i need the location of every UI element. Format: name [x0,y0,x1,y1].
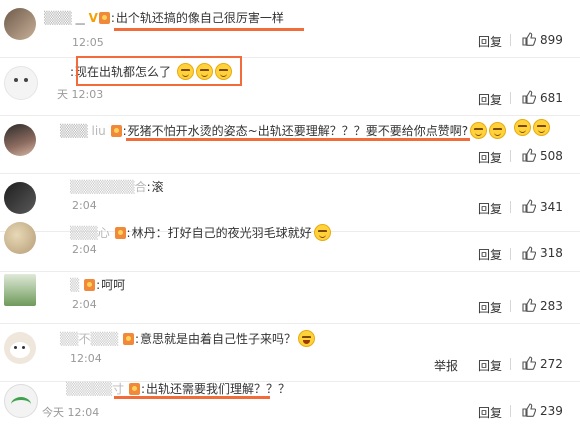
emoji-icon [313,224,331,241]
comment-item: :现在出轨都怎么了 天 12:03 回复 681 [0,58,580,116]
comment-item: ▒ :呵呵 2:04 回复 283 [0,266,580,324]
like-count: 899 [540,33,563,47]
timestamp: 12:04 [70,352,102,365]
divider [510,92,511,104]
timestamp: 天 12:03 [57,88,104,101]
laugh-emoji-icon [298,330,316,347]
verified-badge: V [88,11,98,25]
emoji-icon [470,122,488,139]
avatar[interactable] [4,332,36,364]
timestamp: 2:04 [72,298,97,311]
comment-body: ▒▒不▒▒▒ :意思就是由着自己性子来吗？ [60,330,316,347]
medal-icon [129,383,140,395]
username[interactable]: liu [92,124,106,138]
divider [510,405,511,417]
comment-text: 死猪不怕开水烫的姿态~出轨还要理解？？？要不要给你点赞啊? [127,124,469,138]
comment-text: 滚 [151,180,164,194]
divider [510,248,511,260]
reply-button[interactable]: 回复 [478,91,502,108]
medal-icon [110,125,122,137]
timestamp: 12:05 [72,36,104,49]
avatar[interactable] [4,182,36,214]
comment-item: ▒▒▒ ▁ V:出个轨还搞的像自己很厉害一样 12:05 回复 899 [0,0,580,58]
divider [510,300,511,312]
like-count: 239 [540,404,563,418]
reply-button[interactable]: 回复 [478,404,502,421]
username[interactable]: 寸 [112,382,124,396]
comment-text: 出个轨还搞的像自己很厉害一样 [115,11,284,25]
comment-item: ▒▒不▒▒▒ :意思就是由着自己性子来吗？ 12:04 举报 回复 272 [0,324,580,382]
divider [510,34,511,46]
avatar[interactable] [4,66,38,100]
avatar[interactable] [4,8,36,40]
username[interactable]: 心 [98,226,110,240]
report-button[interactable]: 举报 [434,357,458,374]
thumbs-up-icon[interactable] [522,298,536,312]
thumbs-up-icon[interactable] [522,199,536,213]
like-count: 272 [540,357,563,371]
reply-button[interactable]: 回复 [478,299,502,316]
timestamp: 2:04 [72,199,97,212]
comment-text: 呵呵 [101,278,126,292]
reply-button[interactable]: 回复 [478,246,502,263]
comment-body: ▒ :呵呵 [70,278,126,292]
comment-text: 出轨还需要我们理解？？？ [146,382,291,396]
thumbs-up-icon[interactable] [522,148,536,162]
emoji-icon [533,119,550,136]
emoji-icon [176,63,194,80]
emoji-icon [214,63,232,80]
timestamp: 今天 12:04 [42,406,100,419]
comment-body: ▒▒▒▒▒寸 :出轨还需要我们理解？？？ [66,382,291,396]
comment-body: ▒▒▒心 :林丹：打好自己的夜光羽毛球就好 [70,224,331,241]
thumbs-up-icon[interactable] [522,246,536,260]
like-count: 283 [540,299,563,313]
divider [510,150,511,162]
like-count: 318 [540,246,563,260]
emoji-icon [514,119,531,136]
comment-body: ▒▒▒ ▁ V:出个轨还搞的像自己很厉害一样 [44,11,284,25]
comment-item: ▒▒▒▒▒寸 :出轨还需要我们理解？？？ 今天 12:04 回复 239 [0,376,580,434]
like-count: 681 [540,91,563,105]
thumbs-up-icon[interactable] [522,90,536,104]
avatar[interactable] [4,124,36,156]
timestamp: 2:04 [72,243,97,256]
medal-icon [84,279,96,291]
emoji-icon [195,63,213,80]
comment-text: 林丹：打好自己的夜光羽毛球就好 [131,226,312,240]
thumbs-up-icon[interactable] [522,32,536,46]
emoji-icon [489,122,507,139]
thumbs-up-icon[interactable] [522,403,536,417]
comment-body: :现在出轨都怎么了 [70,63,232,80]
comment-text: 意思就是由着自己性子来吗？ [140,332,297,346]
medal-icon [122,333,134,345]
comment-body: ▒▒▒▒▒▒▒合:滚 [70,180,164,194]
avatar[interactable] [4,274,36,306]
like-count: 341 [540,200,563,214]
username[interactable]: 不 [78,332,90,346]
emoji-group [512,119,550,136]
medal-icon [114,227,126,239]
username[interactable]: 合 [135,180,147,194]
like-count: 508 [540,149,563,163]
comment-item: ▒▒▒ liu :死猪不怕开水烫的姿态~出轨还要理解？？？要不要给你点赞啊? 回… [0,116,580,174]
divider [510,201,511,213]
comment-item: ▒▒▒心 :林丹：打好自己的夜光羽毛球就好 2:04 回复 318 [0,214,580,272]
divider [510,358,511,370]
avatar[interactable] [4,222,36,254]
reply-button[interactable]: 回复 [478,149,502,166]
reply-button[interactable]: 回复 [478,33,502,50]
comment-text: 现在出轨都怎么了 [75,65,172,79]
medal-icon [98,12,110,24]
comment-body: ▒▒▒ liu :死猪不怕开水烫的姿态~出轨还要理解？？？要不要给你点赞啊? [60,122,507,139]
avatar[interactable] [4,384,38,418]
thumbs-up-icon[interactable] [522,356,536,370]
reply-button[interactable]: 回复 [478,357,502,374]
